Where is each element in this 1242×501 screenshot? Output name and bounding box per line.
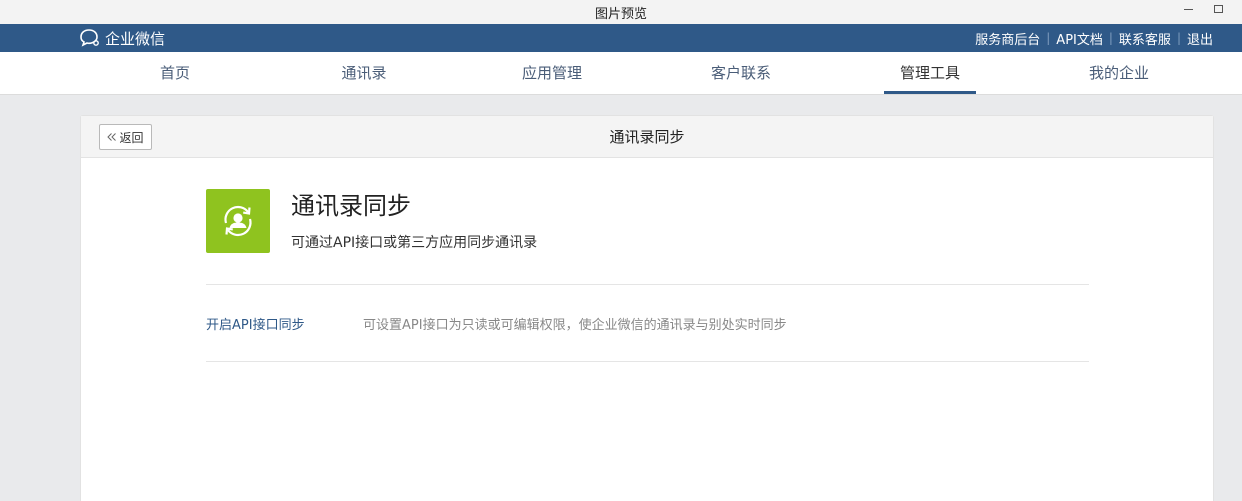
nav-home[interactable]: 首页: [160, 52, 190, 94]
contact-sync-glyph: [224, 205, 252, 237]
link-separator: |: [1108, 31, 1113, 45]
minimize-button[interactable]: [1176, 0, 1200, 24]
api-sync-description: 可设置API接口为只读或可编辑权限，使企业微信的通讯录与别处实时同步: [363, 318, 787, 333]
double-chevron-left-icon: [107, 133, 117, 141]
app-name: 通讯录同步: [291, 192, 411, 220]
minimize-icon: [1183, 8, 1193, 10]
chat-bubble-icon: [80, 29, 99, 47]
enable-api-sync-link[interactable]: 开启API接口同步: [206, 314, 305, 333]
back-label: 返回: [119, 130, 144, 145]
link-separator: |: [1046, 31, 1051, 45]
nav-customer-contact[interactable]: 客户联系: [711, 52, 771, 94]
nav-my-company[interactable]: 我的企业: [1089, 52, 1149, 94]
window-title: 图片预览: [594, 6, 647, 22]
link-contact-support[interactable]: 联系客服: [1119, 29, 1171, 48]
main-nav: 首页 通讯录 应用管理 客户联系 管理工具 我的企业: [0, 52, 1242, 95]
link-api-docs[interactable]: API文档: [1056, 29, 1103, 48]
nav-contacts[interactable]: 通讯录: [341, 52, 386, 94]
app-description: 可通过API接口或第三方应用同步通讯录: [291, 235, 538, 251]
nav-active-indicator: [884, 91, 976, 94]
contact-sync-icon: [206, 189, 270, 253]
link-separator: |: [1176, 31, 1181, 45]
brand-name: 企业微信: [105, 29, 166, 48]
panel-header: 通讯录同步 返回: [81, 116, 1213, 158]
top-header: 企业微信 服务商后台 | API文档 | 联系客服 | 退出: [0, 24, 1242, 52]
brand-logo[interactable]: 企业微信: [79, 24, 165, 52]
link-logout[interactable]: 退出: [1187, 29, 1213, 48]
nav-management-tools[interactable]: 管理工具: [900, 52, 960, 94]
section-divider: [206, 361, 1089, 362]
top-links: 服务商后台 | API文档 | 联系客服 | 退出: [975, 24, 1213, 52]
window-titlebar: 图片预览: [0, 0, 1242, 24]
section-divider: [206, 284, 1089, 285]
nav-app-management[interactable]: 应用管理: [522, 52, 582, 94]
back-button[interactable]: 返回: [99, 124, 152, 150]
panel-title: 通讯录同步: [609, 128, 685, 146]
maximize-icon: [1213, 5, 1223, 13]
maximize-button[interactable]: [1206, 0, 1230, 24]
link-provider-console[interactable]: 服务商后台: [975, 29, 1040, 48]
content-panel: 通讯录同步 返回 通讯录同步 可通过API接口或第三方应用同步通讯录 开启API…: [80, 115, 1214, 501]
